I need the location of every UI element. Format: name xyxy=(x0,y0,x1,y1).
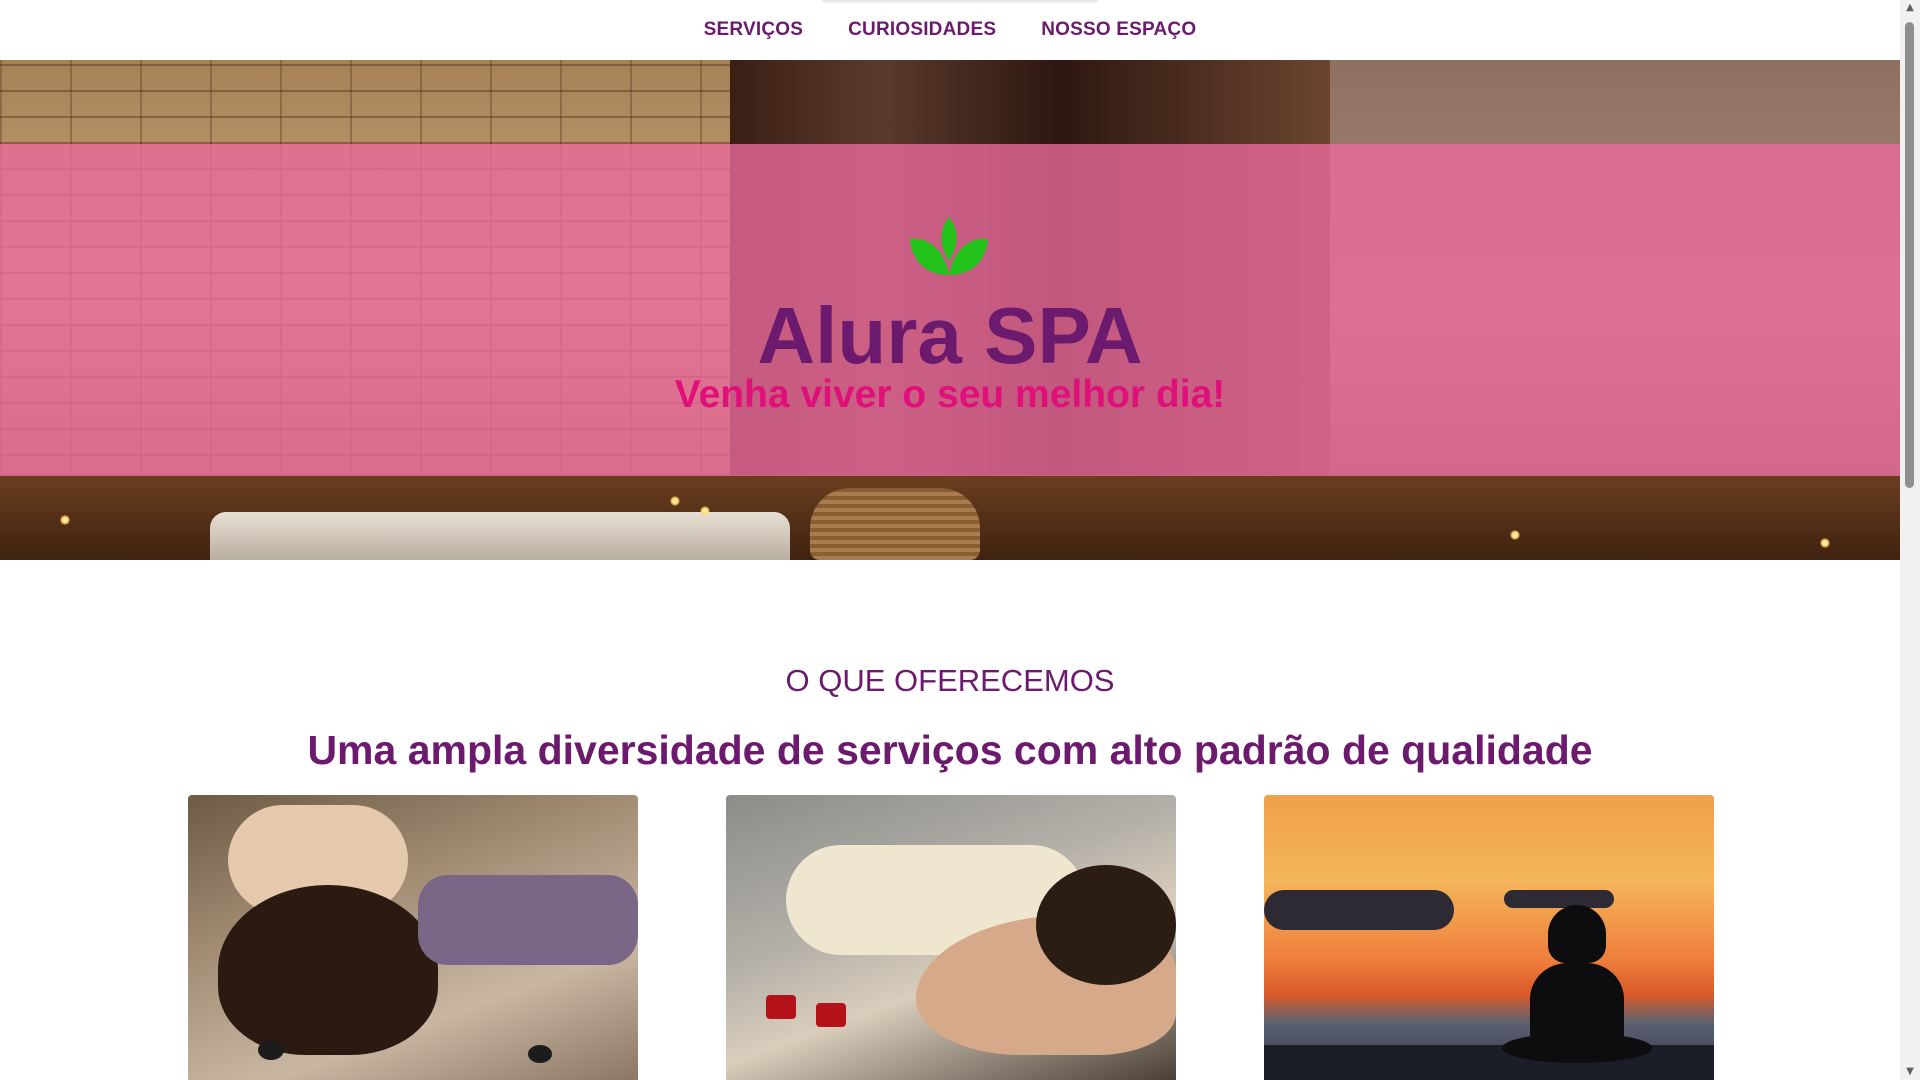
nav-menu: SERVIÇOS CURIOSIDADES NOSSO ESPAÇO xyxy=(0,0,1900,60)
lotus-icon xyxy=(910,217,988,275)
services-kicker: O QUE OFERECEMOS xyxy=(785,663,1115,698)
vertical-scrollbar[interactable]: ▲ ▼ xyxy=(1900,0,1920,1080)
nav-link-curiosidades[interactable]: CURIOSIDADES xyxy=(848,19,996,40)
person-shape xyxy=(218,885,438,1055)
cloud-shape xyxy=(1264,890,1454,930)
candle-light xyxy=(1820,538,1830,548)
nav-item-servicos: SERVIÇOS xyxy=(704,19,803,41)
nav-item-nosso-espaco: NOSSO ESPAÇO xyxy=(1041,19,1196,41)
candle-light xyxy=(1510,530,1520,540)
scroll-up-arrow-icon[interactable]: ▲ xyxy=(1900,0,1920,16)
nav-item-curiosidades: CURIOSIDADES xyxy=(848,19,996,41)
stone-shape xyxy=(528,1045,552,1063)
page: SERVIÇOS CURIOSIDADES NOSSO ESPAÇO Alura… xyxy=(0,0,1920,1080)
candle-light xyxy=(60,515,70,525)
service-card-hot-stone-image[interactable] xyxy=(726,795,1176,1080)
candle-shape xyxy=(816,1003,846,1027)
service-card-yoga-image[interactable] xyxy=(1264,795,1714,1080)
hair-shape xyxy=(1036,865,1176,985)
service-card-massage-image[interactable] xyxy=(188,795,638,1080)
cloth-shape xyxy=(418,875,638,965)
yoga-silhouette-upper xyxy=(1548,905,1606,963)
scroll-down-arrow-icon[interactable]: ▼ xyxy=(1900,1064,1920,1080)
nav-link-nosso-espaco[interactable]: NOSSO ESPAÇO xyxy=(1041,19,1196,40)
services-title: Uma ampla diversidade de serviços com al… xyxy=(307,727,1593,773)
candle-light xyxy=(700,506,710,516)
nav-link-servicos[interactable]: SERVIÇOS xyxy=(704,19,803,40)
hero-subtitle: Venha viver o seu melhor dia! xyxy=(674,373,1226,416)
hero-bathtub-image xyxy=(210,512,790,560)
cloud-shape xyxy=(1504,890,1614,908)
hero-title: Alura SPA xyxy=(757,291,1143,380)
candle-light xyxy=(670,496,680,506)
stone-shape xyxy=(258,1040,284,1060)
scrollbar-thumb[interactable] xyxy=(1905,22,1914,488)
hero-basket-image xyxy=(810,488,980,560)
candle-shape xyxy=(766,995,796,1019)
top-navigation: SERVIÇOS CURIOSIDADES NOSSO ESPAÇO xyxy=(0,0,1900,60)
yoga-silhouette-legs xyxy=(1502,1033,1652,1063)
